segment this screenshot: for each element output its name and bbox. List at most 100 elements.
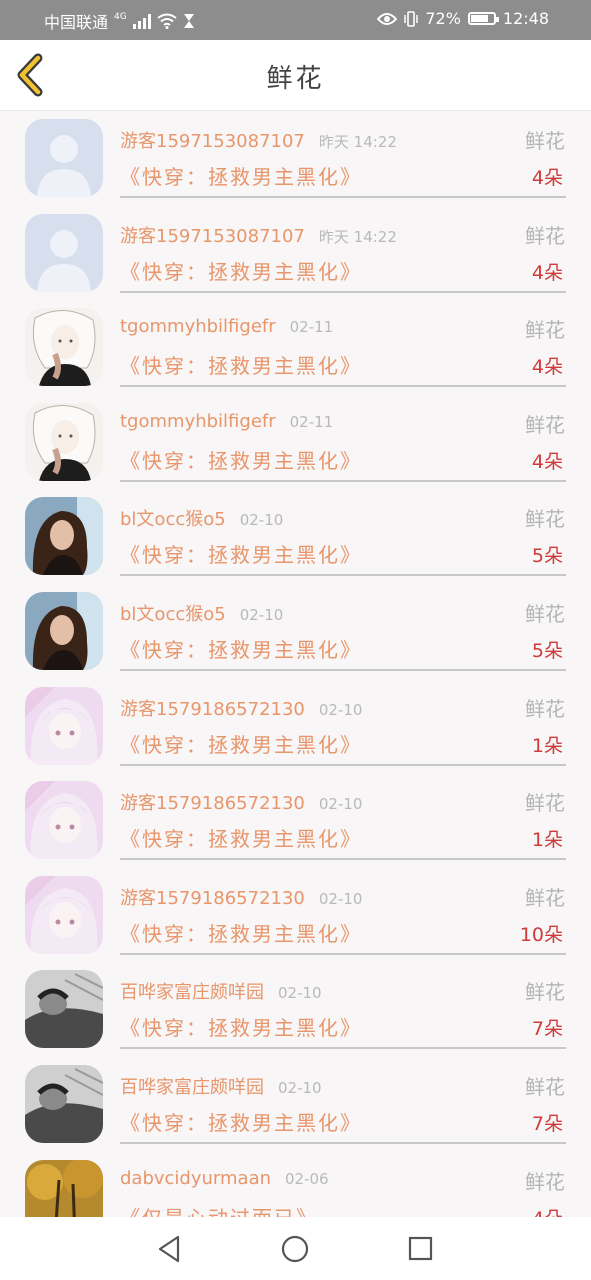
book-title: 《快穿：拯救男主黑化》	[120, 637, 362, 662]
avatar[interactable]	[25, 686, 103, 765]
gift-type-label: 鲜花	[525, 318, 565, 343]
battery-percent: 72%	[425, 9, 461, 28]
user-name-text: 百哗家富庄颇咩园	[120, 982, 264, 1004]
carrier-text: 中国联通	[44, 13, 109, 32]
avatar[interactable]	[25, 591, 103, 670]
divider	[120, 858, 566, 861]
user-name: 游客1597153087107 昨天 14:22	[120, 222, 397, 248]
book-title: 《快穿：拯救男主黑化》	[120, 827, 362, 852]
divider	[120, 668, 566, 671]
gift-date: 昨天 14:22	[318, 133, 397, 151]
list-item[interactable]: dabvcidyurmaan 02-06 鲜花《仅是心动过而已》 4朵	[0, 1152, 591, 1217]
book-title: 《快穿：拯救男主黑化》	[120, 165, 362, 189]
gift-date: 02-11	[289, 412, 334, 431]
system-nav-bar	[0, 1217, 591, 1280]
eye-icon	[377, 12, 398, 25]
user-name-text: 游客1597153087107	[120, 225, 305, 247]
avatar[interactable]	[25, 1159, 103, 1217]
avatar[interactable]	[25, 1064, 103, 1143]
network-type: 4G	[114, 12, 127, 22]
square-recents-icon	[408, 1236, 433, 1261]
header: 鲜花	[0, 40, 591, 111]
list-item[interactable]: 百哗家富庄颇咩园 02-10 鲜花 《快穿：拯救男主黑化》 7朵	[0, 1057, 591, 1152]
divider	[120, 290, 566, 293]
gift-date: 02-10	[278, 984, 322, 1003]
user-name-text: dabvcidyurmaan	[120, 1167, 272, 1189]
user-name: 游客1579186572130 02-10	[120, 695, 362, 721]
signal-icon	[132, 13, 151, 29]
list-item[interactable]: tgommyhbilfigefr 02-11 鲜花 《快穿：拯救男主黑化》 4朵	[0, 395, 591, 490]
nav-recents-button[interactable]	[402, 1231, 438, 1267]
list-item[interactable]: 游客1579186572130 02-10 鲜花 《快穿：拯救男主黑化》 10朵	[0, 868, 591, 963]
flower-count: 10朵	[519, 923, 563, 946]
user-name-text: 游客1579186572130	[120, 887, 305, 909]
clock: 12:48	[502, 9, 549, 28]
list-item[interactable]: 游客1579186572130 02-10 鲜花《快穿：拯救男主黑化》 1朵	[0, 773, 591, 868]
user-name: 百哗家富庄颇咩园 02-10	[120, 978, 322, 1004]
user-name: bl文occ猴o5 02-10	[120, 505, 283, 531]
status-bar: 中国联通 4G 72% 12:48	[0, 0, 591, 40]
gift-type-label: 鲜花	[525, 980, 565, 1005]
user-name: 游客1579186572130 02-10	[120, 884, 362, 910]
flower-count: 4朵	[531, 450, 563, 473]
triangle-back-icon	[158, 1235, 180, 1263]
divider	[120, 385, 566, 388]
user-name-text: 游客1597153087107	[120, 131, 305, 152]
flower-count: 7朵	[531, 1112, 563, 1135]
gift-date: 02-06	[285, 1169, 329, 1188]
vibrate-icon	[404, 10, 419, 27]
avatar[interactable]	[25, 497, 103, 576]
book-title: 《仅是心动过而已》	[120, 1202, 318, 1217]
list-item[interactable]: 游客1597153087107 昨天 14:22 鲜花 《快穿：拯救男主黑化》 4朵	[0, 111, 591, 206]
avatar[interactable]	[25, 213, 103, 292]
gift-date: 02-10	[239, 605, 284, 624]
user-name: 游客1597153087107 昨天 14:22	[120, 127, 397, 153]
list-item[interactable]: bl文occ猴o5 02-10 鲜花 《快穿：拯救男主黑化》 5朵	[0, 489, 591, 584]
flower-count: 4朵	[532, 1204, 563, 1217]
book-title: 《快穿：拯救男主黑化》	[120, 732, 362, 757]
list-item[interactable]: tgommyhbilfigefr 02-11 鲜花 《快穿：拯救男主黑化》 4朵	[0, 300, 591, 395]
nav-back-button[interactable]	[151, 1231, 187, 1267]
gift-type-label: 鲜花	[525, 696, 565, 721]
flower-count: 5朵	[531, 545, 563, 568]
list-item[interactable]: bl文occ猴o5 02-10 鲜花 《快穿：拯救男主黑化》 5朵	[0, 584, 591, 679]
user-name: 百哗家富庄颇咩园 02-10	[120, 1073, 322, 1099]
divider	[120, 574, 566, 577]
user-name-text: bl文occ猴o5	[120, 603, 226, 625]
user-name-text: bl文occ猴o5	[120, 509, 226, 531]
avatar[interactable]	[25, 308, 103, 387]
nav-home-button[interactable]	[277, 1231, 313, 1267]
user-name: dabvcidyurmaan 02-06	[120, 1168, 329, 1189]
flower-count: 4朵	[531, 356, 563, 379]
avatar[interactable]	[25, 402, 103, 481]
list-item[interactable]: 游客1579186572130 02-10 鲜花 《快穿：拯救男主黑化》 1朵	[0, 679, 591, 774]
gift-type-label: 鲜花	[525, 223, 565, 248]
gift-type-label: 鲜花	[525, 791, 565, 816]
user-name-text: tgommyhbilfigefr	[120, 316, 276, 338]
gift-type-label: 鲜花	[525, 1169, 565, 1194]
avatar[interactable]	[25, 781, 103, 860]
list-item[interactable]: 游客1597153087107 昨天 14:22 鲜花 《快穿：拯救男主黑化》 4朵	[0, 206, 591, 301]
divider	[120, 1047, 566, 1050]
avatar[interactable]	[25, 970, 103, 1049]
flower-list: 游客1597153087107 昨天 14:22 鲜花 《快穿：拯救男主黑化》 4朵 游客…	[0, 111, 591, 1217]
avatar[interactable]	[25, 875, 103, 954]
user-name-text: tgommyhbilfigefr	[120, 410, 276, 432]
user-name: 游客1579186572130 02-10	[120, 789, 362, 815]
flower-count: 1朵	[531, 829, 563, 852]
divider	[120, 196, 566, 198]
list-item[interactable]: 百哗家富庄颇咩园 02-10 鲜花 《快穿：拯救男主黑化》 7朵	[0, 962, 591, 1057]
battery-icon	[467, 12, 499, 25]
avatar[interactable]	[25, 119, 103, 197]
book-title: 《快穿：拯救男主黑化》	[120, 354, 362, 379]
user-name: tgommyhbilfigefr 02-11	[120, 411, 333, 432]
gift-type-label: 鲜花	[525, 129, 565, 153]
divider	[120, 1141, 566, 1144]
flower-count: 4朵	[531, 261, 563, 284]
gift-date: 02-10	[318, 889, 363, 908]
gift-date: 02-10	[239, 511, 284, 530]
user-name-text: 百哗家富庄颇咩园	[120, 1076, 264, 1098]
circle-home-icon	[281, 1235, 309, 1263]
flower-count: 5朵	[531, 639, 563, 662]
book-title: 《快穿：拯救男主黑化》	[120, 921, 362, 946]
